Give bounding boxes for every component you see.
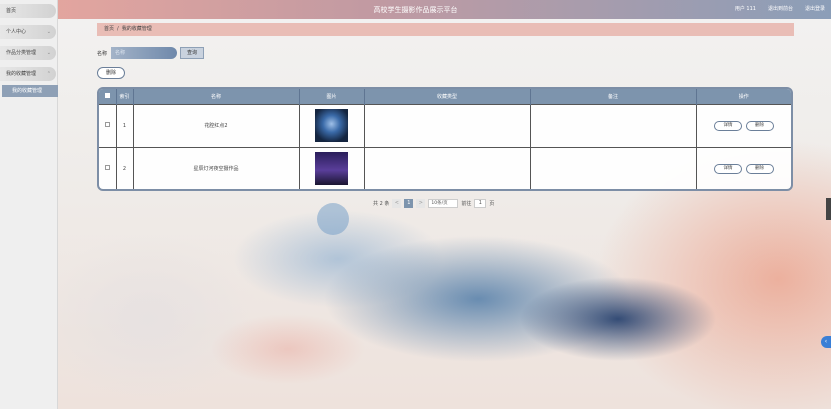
col-actions: 操作: [696, 89, 791, 104]
row-image-cell: [299, 146, 365, 189]
sidebar-item-profile[interactable]: 个人中心 ⌄: [0, 25, 56, 39]
row-thumbnail-image: [315, 152, 348, 186]
logout-link[interactable]: 退出登录: [805, 5, 825, 12]
delete-button[interactable]: 删除: [745, 163, 774, 174]
sidebar-item-collection[interactable]: 我的收藏管理 ⌃: [0, 67, 56, 81]
table-header-row: 索引 名称 图片 收藏类型 备注 操作: [99, 89, 791, 104]
search-label: 名称: [97, 50, 108, 57]
row-type: [364, 146, 531, 189]
row-image-cell: [299, 103, 365, 147]
delete-button[interactable]: 删除: [745, 120, 774, 131]
chevron-left-icon[interactable]: ‹: [821, 336, 831, 348]
page-number-button[interactable]: 1: [404, 199, 414, 208]
search-button[interactable]: 查询: [180, 47, 205, 59]
row-actions: 详情 删除: [696, 146, 791, 189]
prev-page-button[interactable]: <: [392, 199, 402, 208]
row-select-cell[interactable]: [99, 146, 117, 189]
breadcrumb-separator: /: [117, 26, 119, 32]
breadcrumb-current: 我的收藏管理: [121, 26, 152, 32]
pagination-total: 共 2 条: [373, 201, 390, 207]
page-size-select[interactable]: 10条/页: [428, 199, 459, 208]
row-checkbox[interactable]: [104, 122, 110, 127]
row-name: 花腔红点2: [133, 103, 300, 147]
col-name: 名称: [133, 89, 300, 104]
sidebar-item-home[interactable]: 首页: [0, 4, 56, 18]
table-row: 2 星辰灯河夜空摄作品 详情 删除: [99, 146, 791, 189]
col-note: 备注: [530, 89, 697, 104]
row-index: 1: [116, 103, 134, 147]
row-note: [530, 146, 697, 189]
detail-button[interactable]: 详情: [713, 163, 742, 174]
col-index: 索引: [116, 89, 134, 104]
select-all-checkbox[interactable]: [104, 92, 110, 98]
row-note: [530, 103, 697, 147]
top-header: 高校学生摄影作品展示平台 用户 111 退出到前台 退出登录: [0, 0, 831, 19]
user-link[interactable]: 用户 111: [735, 5, 756, 12]
row-index: 2: [116, 146, 134, 189]
row-type: [364, 103, 531, 147]
sidebar: 首页 个人中心 ⌄ 作品分类管理 ⌄ 我的收藏管理 ⌃ 我的收藏管理: [0, 0, 58, 409]
row-name: 星辰灯河夜空摄作品: [133, 146, 300, 189]
to-front-link[interactable]: 退出到前台: [768, 5, 793, 12]
detail-button[interactable]: 详情: [713, 120, 742, 131]
sidebar-subitem-collection[interactable]: 我的收藏管理: [2, 85, 58, 97]
sidebar-item-label: 我的收藏管理: [6, 71, 37, 77]
row-checkbox[interactable]: [104, 165, 110, 171]
row-actions: 详情 删除: [696, 103, 791, 147]
header-links: 用户 111 退出到前台 退出登录: [735, 5, 825, 12]
select-all-header[interactable]: [99, 89, 117, 104]
collection-table: 索引 名称 图片 收藏类型 备注 操作 1 花腔红点2 详情 删除 2 星辰灯河…: [97, 87, 793, 191]
chevron-down-icon: ⌄: [46, 29, 51, 35]
breadcrumb-home[interactable]: 首页: [104, 26, 114, 32]
col-type: 收藏类型: [364, 89, 531, 104]
chevron-down-icon: ⌄: [46, 50, 51, 56]
page-suffix: 页: [489, 201, 495, 207]
chevron-up-icon: ⌃: [46, 71, 51, 77]
row-thumbnail-image: [315, 109, 348, 142]
search-input[interactable]: [111, 47, 178, 59]
app-title: 高校学生摄影作品展示平台: [373, 6, 458, 14]
sidebar-item-label: 首页: [6, 8, 17, 14]
row-select-cell[interactable]: [99, 103, 117, 147]
breadcrumb: 首页 / 我的收藏管理: [97, 23, 794, 36]
goto-page-input[interactable]: 1: [474, 199, 487, 208]
batch-delete-button[interactable]: 删除: [97, 67, 125, 79]
col-image: 图片: [299, 89, 365, 104]
goto-label: 前往: [461, 201, 472, 207]
pagination: 共 2 条 < 1 > 10条/页 前往 1 页: [373, 199, 494, 208]
sidebar-item-label: 个人中心: [6, 29, 27, 35]
search-bar: 名称 查询: [97, 47, 205, 59]
sidebar-item-category[interactable]: 作品分类管理 ⌄: [0, 46, 56, 60]
sidebar-item-label: 作品分类管理: [6, 50, 37, 56]
main-content: 首页/我的收藏管理 名称 查询 删除 索引 名称 图片 收藏类型 备注 操作: [58, 19, 831, 409]
next-page-button[interactable]: >: [416, 199, 426, 208]
table-row: 1 花腔红点2 详情 删除: [99, 103, 791, 147]
side-handle[interactable]: [826, 198, 831, 220]
